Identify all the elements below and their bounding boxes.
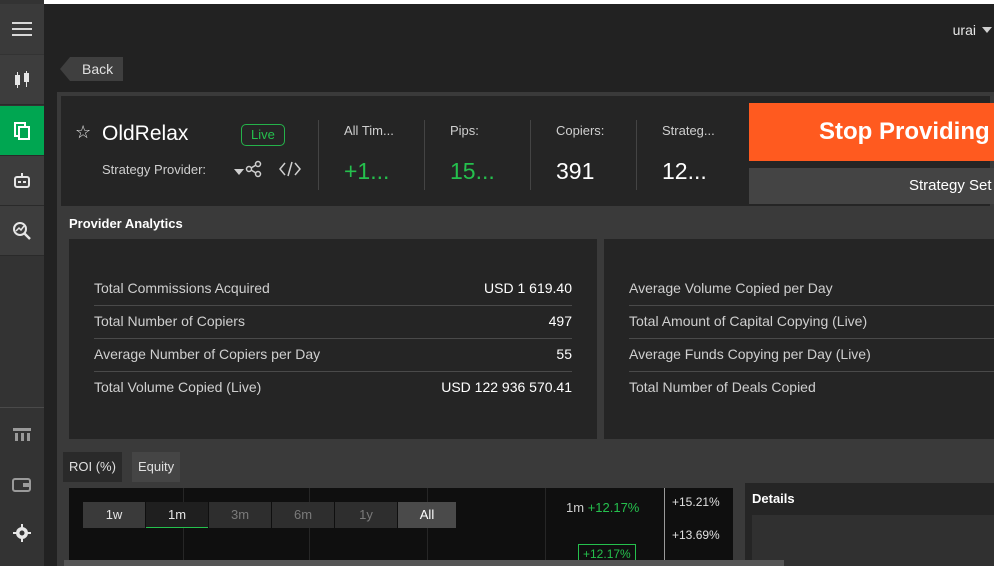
- analytics-value: USD 122 936 570.41: [441, 379, 572, 395]
- analytics-row: Average Funds Copying per Day (Live): [629, 339, 998, 372]
- stop-providing-button[interactable]: Stop Providing: [749, 103, 998, 161]
- wallet-icon: [12, 478, 31, 492]
- analytics-row: Total Amount of Capital Copying (Live): [629, 306, 998, 339]
- window-edge: [994, 4, 998, 566]
- stat-all-time-value: +1...: [344, 158, 390, 184]
- stat-strategies-value: 12...: [662, 158, 707, 184]
- status-badge: Live: [241, 124, 285, 146]
- roi-chart: 1w 1m 3m 6m 1y All 1m +12.17% +15.21% +1…: [69, 488, 733, 566]
- analytics-label: Total Commissions Acquired: [94, 280, 270, 296]
- range-1m-button[interactable]: 1m: [146, 502, 208, 528]
- analytics-label: Total Number of Copiers: [94, 313, 245, 329]
- analytics-label: Total Amount of Capital Copying (Live): [629, 313, 868, 329]
- user-name[interactable]: urai: [953, 22, 976, 38]
- provider-name: OldRelax: [102, 122, 189, 145]
- main-area: urai Back ☆ OldRelax Live Strategy Provi…: [44, 4, 998, 566]
- legend-period: 1m: [566, 500, 585, 515]
- rail-analyze-button[interactable]: [0, 206, 44, 256]
- candlestick-icon: [15, 70, 29, 88]
- analytics-row: Average Volume Copied per Day: [629, 273, 998, 306]
- stat-copiers-value: 391: [556, 158, 595, 184]
- chart-legend: 1m +12.17%: [566, 500, 639, 515]
- y-tick-label: +13.69%: [672, 528, 720, 542]
- chart-gridline: [545, 488, 546, 566]
- range-1y-button[interactable]: 1y: [335, 502, 397, 528]
- range-6m-button[interactable]: 6m: [272, 502, 334, 528]
- analytics-card-left: Total Commissions Acquired USD 1 619.40 T…: [69, 239, 597, 439]
- analytics-value: 497: [548, 313, 572, 329]
- stat-pips-value: 15...: [450, 158, 495, 184]
- header-divider: [636, 120, 637, 190]
- tab-roi[interactable]: ROI (%): [63, 452, 122, 482]
- left-rail: [0, 0, 44, 566]
- analytics-row: Average Number of Copiers per Day 55: [94, 339, 572, 372]
- magnifier-chart-icon: [13, 221, 31, 240]
- strategy-provider-label: Strategy Provider:: [102, 162, 207, 177]
- analytics-label: Total Volume Copied (Live): [94, 379, 262, 395]
- stat-pips-label: Pips:: [450, 123, 479, 138]
- rail-trade-button[interactable]: [0, 55, 44, 105]
- range-all-button[interactable]: All: [398, 502, 456, 528]
- stat-copiers-label: Copiers:: [556, 123, 605, 138]
- stat-all-time-label: All Tim...: [344, 123, 394, 138]
- analytics-label: Average Funds Copying per Day (Live): [629, 346, 871, 362]
- analytics-value: USD 1 619.40: [484, 280, 572, 296]
- analytics-card-right: Average Volume Copied per Day Total Amou…: [604, 239, 998, 439]
- back-button[interactable]: Back: [60, 57, 124, 81]
- details-panel: Details: [745, 483, 994, 566]
- analytics-label: Average Volume Copied per Day: [629, 280, 833, 296]
- star-icon[interactable]: ☆: [75, 122, 91, 143]
- stat-strategies-label: Strateg...: [662, 123, 715, 138]
- analytics-row: Total Volume Copied (Live) USD 122 936 57…: [94, 372, 572, 405]
- share-icon[interactable]: [245, 160, 263, 178]
- y-axis-line: [664, 488, 665, 566]
- rail-divider: [0, 407, 44, 408]
- range-3m-button[interactable]: 3m: [209, 502, 271, 528]
- menu-button[interactable]: [0, 4, 44, 54]
- details-title: Details: [752, 491, 795, 506]
- analytics-row: Total Commissions Acquired USD 1 619.40: [94, 273, 572, 306]
- rail-copy-button[interactable]: [0, 106, 44, 156]
- provider-header: ☆ OldRelax Live Strategy Provider: All T…: [61, 96, 998, 206]
- horizontal-scrollbar[interactable]: [64, 560, 784, 566]
- range-1w-button[interactable]: 1w: [83, 502, 145, 528]
- y-tick-label: +15.21%: [672, 495, 720, 509]
- hamburger-icon: [12, 22, 32, 36]
- strategy-settings-button[interactable]: Strategy Set: [749, 168, 998, 204]
- legend-value: +12.17%: [587, 500, 640, 515]
- details-body: [752, 515, 994, 566]
- chevron-down-icon[interactable]: [982, 27, 992, 33]
- rail-automate-button[interactable]: [0, 156, 44, 206]
- header-divider: [318, 120, 319, 190]
- analytics-label: Average Number of Copiers per Day: [94, 346, 321, 362]
- chevron-down-icon[interactable]: [234, 169, 244, 175]
- bank-icon: [13, 428, 31, 441]
- header-divider: [424, 120, 425, 190]
- rail-wallet-button[interactable]: [0, 459, 44, 509]
- copy-icon: [14, 121, 30, 140]
- header-divider: [530, 120, 531, 190]
- provider-panel: ☆ OldRelax Live Strategy Provider: All T…: [57, 92, 998, 566]
- analytics-value: 55: [556, 346, 572, 362]
- provider-analytics-title: Provider Analytics: [69, 216, 183, 231]
- rail-settings-button[interactable]: [0, 508, 44, 558]
- gear-icon: [13, 524, 31, 542]
- analytics-row: Total Number of Deals Copied: [629, 372, 998, 405]
- embed-code-icon[interactable]: [279, 160, 301, 178]
- rail-broker-button[interactable]: [0, 410, 44, 460]
- analytics-row: Total Number of Copiers 497: [94, 306, 572, 339]
- robot-icon: [14, 172, 30, 188]
- tab-equity[interactable]: Equity: [132, 452, 181, 482]
- analytics-label: Total Number of Deals Copied: [629, 379, 816, 395]
